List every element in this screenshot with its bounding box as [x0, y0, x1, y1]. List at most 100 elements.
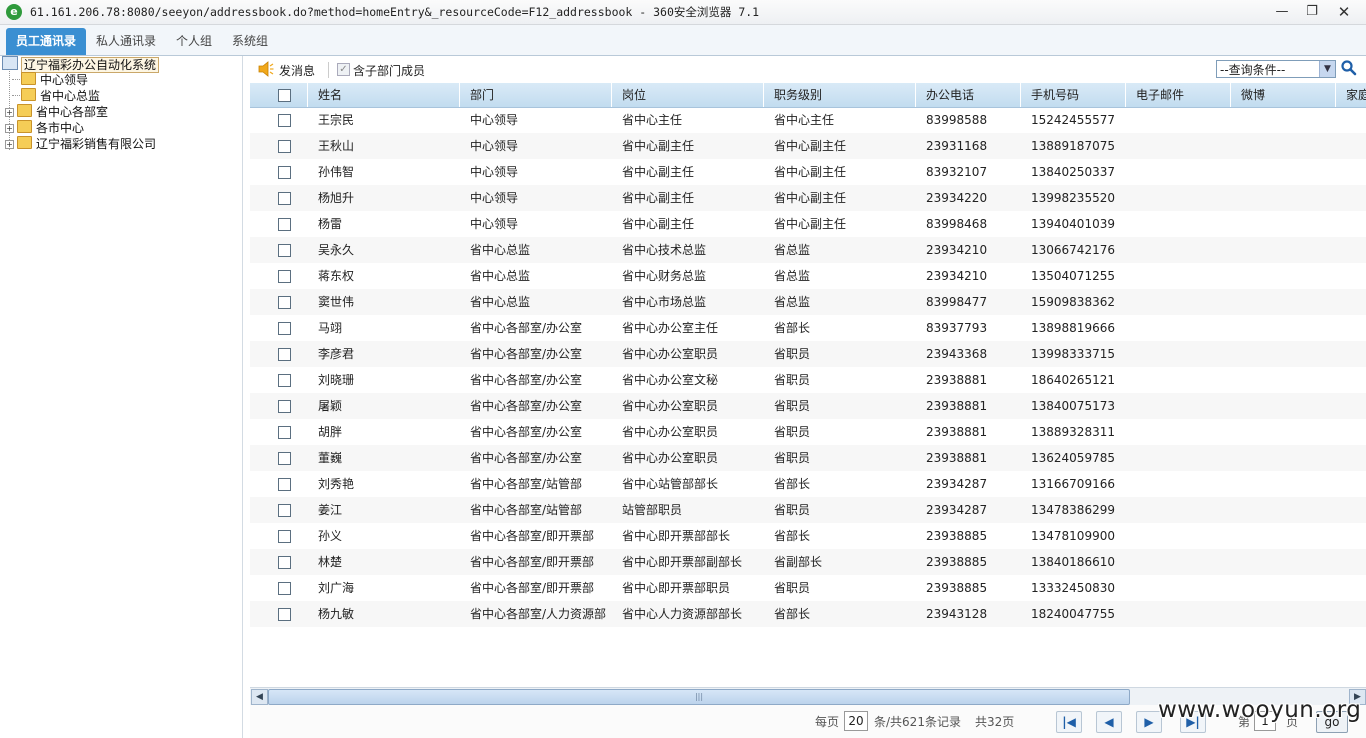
table-row[interactable]: 窦世伟 省中心总监 省中心市场总监 省总监 83998477 15909838362	[250, 289, 1366, 315]
row-checkbox[interactable]	[278, 530, 291, 543]
header-office-phone[interactable]: 办公电话	[916, 83, 1021, 107]
table-row[interactable]: 李彦君 省中心各部室/办公室 省中心办公室职员 省职员 23943368 13998333…	[250, 341, 1366, 367]
search-icon[interactable]	[1340, 59, 1358, 77]
row-checkbox[interactable]	[278, 270, 291, 283]
row-checkbox[interactable]	[278, 244, 291, 257]
cell-name: 胡胖	[318, 425, 343, 439]
row-checkbox[interactable]	[278, 504, 291, 517]
cell-office-phone: 83932107	[926, 165, 988, 179]
chevron-down-icon[interactable]: ▼	[1319, 61, 1335, 77]
watermark: www.wooyun.org	[1158, 697, 1362, 723]
select-all-checkbox[interactable]	[278, 89, 291, 102]
table-row[interactable]: 屠颖 省中心各部室/办公室 省中心办公室职员 省职员 23938881 138400751…	[250, 393, 1366, 419]
table-row[interactable]: 蒋东权 省中心总监 省中心财务总监 省总监 23934210 13504071255	[250, 263, 1366, 289]
cell-level: 省总监	[774, 295, 811, 309]
row-checkbox[interactable]	[278, 452, 291, 465]
scroll-left-icon[interactable]: ◀	[251, 689, 268, 705]
header-home[interactable]: 家庭	[1336, 83, 1366, 107]
cell-office-phone: 23934287	[926, 477, 988, 491]
tab-staff-addressbook[interactable]: 员工通讯录	[6, 28, 87, 55]
cell-name: 屠颖	[318, 399, 343, 413]
table-row[interactable]: 吴永久 省中心总监 省中心技术总监 省总监 23934210 13066742176	[250, 237, 1366, 263]
tab-private-addressbook[interactable]: 私人通讯录	[86, 28, 166, 55]
table-row[interactable]: 杨旭升 中心领导 省中心副主任 省中心副主任 23934220 13998235520	[250, 185, 1366, 211]
prev-page-icon[interactable]: ◀	[1096, 711, 1122, 733]
row-checkbox[interactable]	[278, 478, 291, 491]
header-department[interactable]: 部门	[460, 83, 612, 107]
cell-level: 省部长	[774, 321, 811, 335]
tree-item-city-centers[interactable]: + 各市中心	[5, 120, 84, 136]
table-row[interactable]: 孙伟智 中心领导 省中心副主任 省中心副主任 83932107 13840250337	[250, 159, 1366, 185]
cell-department: 中心领导	[470, 191, 519, 205]
table-row[interactable]: 马翊 省中心各部室/办公室 省中心办公室主任 省部长 83937793 138988196…	[250, 315, 1366, 341]
row-checkbox[interactable]	[278, 140, 291, 153]
table-row[interactable]: 刘晓珊 省中心各部室/办公室 省中心办公室文秘 省职员 23938881 18640265…	[250, 367, 1366, 393]
maximize-icon[interactable]: ❐	[1298, 2, 1326, 23]
header-name[interactable]: 姓名	[308, 83, 460, 107]
tree-item-departments[interactable]: + 省中心各部室	[5, 104, 108, 120]
row-checkbox[interactable]	[278, 192, 291, 205]
cell-department: 省中心各部室/办公室	[470, 321, 583, 335]
header-select-cell	[250, 83, 308, 107]
send-message-button[interactable]: 发消息	[279, 62, 315, 79]
row-checkbox[interactable]	[278, 556, 291, 569]
table-row[interactable]: 王秋山 中心领导 省中心副主任 省中心副主任 23931168 13889187075	[250, 133, 1366, 159]
close-icon[interactable]: ✕	[1330, 2, 1358, 23]
header-email[interactable]: 电子邮件	[1126, 83, 1231, 107]
row-checkbox[interactable]	[278, 218, 291, 231]
expand-icon[interactable]: +	[5, 108, 14, 117]
table-row[interactable]: 姜江 省中心各部室/站管部 站管部职员 省职员 23934287 13478386299	[250, 497, 1366, 523]
cell-position: 省中心办公室职员	[622, 347, 719, 361]
tree-root-label: 辽宁福彩办公自动化系统	[21, 57, 160, 73]
row-checkbox[interactable]	[278, 582, 291, 595]
first-page-icon[interactable]: |◀	[1056, 711, 1082, 733]
tree-item-sales-company[interactable]: + 辽宁福彩销售有限公司	[5, 136, 156, 152]
table-row[interactable]: 胡胖 省中心各部室/办公室 省中心办公室职员 省职员 23938881 138893283…	[250, 419, 1366, 445]
table-row[interactable]: 林楚 省中心各部室/即开票部 省中心即开票部副部长 省副部长 23938885 13840…	[250, 549, 1366, 575]
cell-department: 省中心各部室/即开票部	[470, 581, 595, 595]
table-row[interactable]: 孙义 省中心各部室/即开票部 省中心即开票部部长 省部长 23938885 1347810…	[250, 523, 1366, 549]
cell-department: 中心领导	[470, 217, 519, 231]
house-folder-icon	[17, 104, 32, 117]
row-checkbox[interactable]	[278, 348, 291, 361]
cell-mobile: 13166709166	[1031, 477, 1115, 491]
tree-item-province-directors[interactable]: 省中心总监	[12, 88, 100, 104]
row-checkbox[interactable]	[278, 426, 291, 439]
scrollbar-thumb[interactable]: |||	[268, 689, 1130, 705]
query-condition-select[interactable]: --查询条件-- ▼	[1216, 60, 1336, 78]
per-page-input[interactable]: 20	[844, 711, 868, 731]
expand-icon[interactable]: +	[5, 140, 14, 149]
minimize-icon[interactable]: —	[1268, 2, 1296, 23]
tab-system-group[interactable]: 系统组	[222, 28, 278, 55]
tree-item-center-leaders[interactable]: 中心领导	[12, 72, 88, 88]
house-folder-icon	[17, 120, 32, 133]
table-row[interactable]: 刘广海 省中心各部室/即开票部 省中心即开票部职员 省职员 23938885 133324…	[250, 575, 1366, 601]
speaker-icon[interactable]	[258, 61, 274, 77]
cell-name: 窦世伟	[318, 295, 355, 309]
cell-level: 省总监	[774, 269, 811, 283]
cell-position: 省中心办公室职员	[622, 425, 719, 439]
row-checkbox[interactable]	[278, 322, 291, 335]
row-checkbox[interactable]	[278, 374, 291, 387]
row-checkbox[interactable]	[278, 296, 291, 309]
include-sub-checkbox[interactable]: ✓	[337, 63, 350, 76]
header-level[interactable]: 职务级别	[764, 83, 916, 107]
table-row[interactable]: 董巍 省中心各部室/办公室 省中心办公室职员 省职员 23938881 136240597…	[250, 445, 1366, 471]
row-checkbox[interactable]	[278, 608, 291, 621]
cell-department: 省中心总监	[470, 295, 531, 309]
table-row[interactable]: 刘秀艳 省中心各部室/站管部 省中心站管部部长 省部长 23934287 13166709…	[250, 471, 1366, 497]
table-row[interactable]: 杨雷 中心领导 省中心副主任 省中心副主任 83998468 13940401039	[250, 211, 1366, 237]
header-weibo[interactable]: 微博	[1231, 83, 1336, 107]
row-checkbox[interactable]	[278, 166, 291, 179]
header-mobile[interactable]: 手机号码	[1021, 83, 1126, 107]
toolbar-divider	[328, 62, 329, 78]
row-checkbox[interactable]	[278, 400, 291, 413]
tab-personal-group[interactable]: 个人组	[166, 28, 222, 55]
expand-icon[interactable]: +	[5, 124, 14, 133]
tree-root[interactable]: 辽宁福彩办公自动化系统	[2, 56, 160, 73]
row-checkbox[interactable]	[278, 114, 291, 127]
cell-mobile: 15242455577	[1031, 113, 1115, 127]
header-position[interactable]: 岗位	[612, 83, 764, 107]
table-row[interactable]: 王宗民 中心领导 省中心主任 省中心主任 83998588 15242455577	[250, 107, 1366, 133]
table-row[interactable]: 杨九敏 省中心各部室/人力资源部 省中心人力资源部部长 省部长 23943128 1824…	[250, 601, 1366, 627]
